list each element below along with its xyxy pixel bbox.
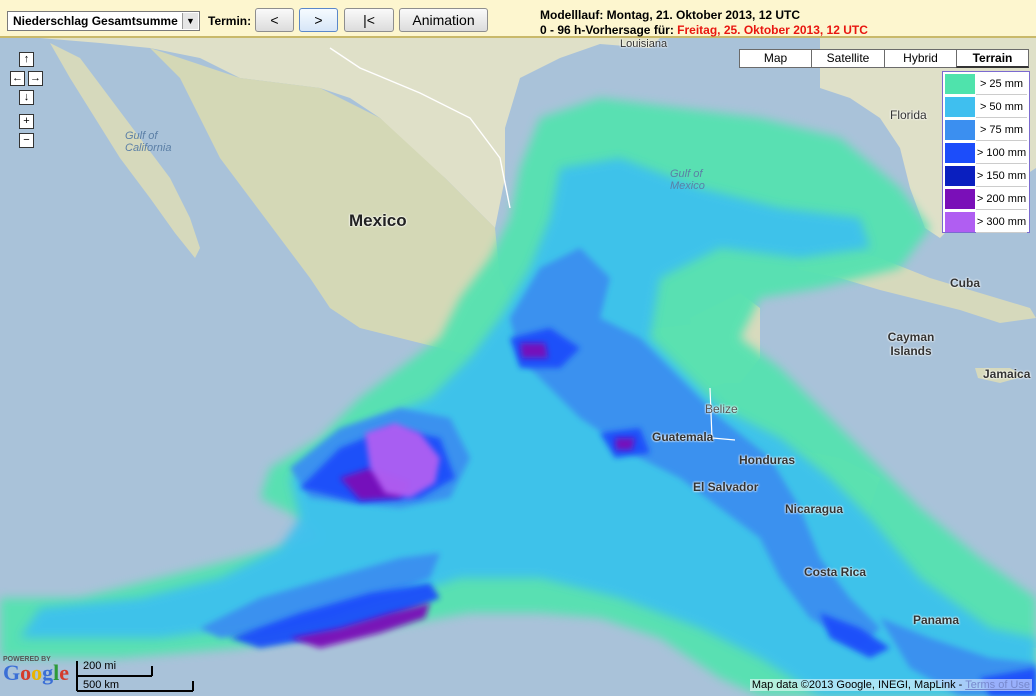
zoom-out-button[interactable]: − bbox=[19, 133, 34, 148]
legend-swatch bbox=[945, 212, 975, 232]
pan-down-button[interactable]: ↓ bbox=[19, 90, 34, 105]
legend-swatch bbox=[945, 74, 975, 94]
termin-label: Termin: bbox=[208, 14, 252, 28]
maptype-hybrid-button[interactable]: Hybrid bbox=[884, 49, 957, 68]
chevron-down-icon[interactable]: ▼ bbox=[182, 13, 198, 29]
legend-row: > 50 mm bbox=[945, 96, 1027, 118]
label-gulf-mexico: Gulf of Mexico bbox=[670, 168, 705, 192]
forecast-prefix: 0 - 96 h-Vorhersage für: bbox=[540, 23, 678, 37]
label-honduras: Honduras bbox=[739, 453, 796, 467]
label-cuba: Cuba bbox=[950, 276, 980, 290]
label-florida: Florida bbox=[890, 108, 927, 122]
legend-swatch bbox=[945, 143, 975, 163]
model-run-text: Modelllauf: Montag, 21. Oktober 2013, 12… bbox=[540, 8, 801, 22]
legend-label: > 200 mm bbox=[976, 189, 1027, 210]
map-copyright: Map data ©2013 Google, INEGI, MapLink - … bbox=[749, 679, 1032, 691]
legend-row: > 150 mm bbox=[945, 165, 1027, 187]
legend-row: > 200 mm bbox=[945, 188, 1027, 210]
pan-up-button[interactable]: ↑ bbox=[19, 52, 34, 67]
first-button[interactable]: |< bbox=[344, 8, 394, 32]
label-jamaica: Jamaica bbox=[983, 367, 1031, 381]
legend-row: > 100 mm bbox=[945, 142, 1027, 164]
legend-label: > 300 mm bbox=[976, 212, 1027, 233]
legend-swatch bbox=[945, 166, 975, 186]
google-logo[interactable]: POWERED BY Google bbox=[3, 656, 70, 685]
forecast-date: Freitag, 25. Oktober 2013, 12 UTC bbox=[677, 23, 868, 37]
maptype-terrain-button[interactable]: Terrain bbox=[956, 49, 1029, 68]
legend-swatch bbox=[945, 97, 975, 117]
label-nicaragua: Nicaragua bbox=[785, 502, 844, 516]
google-wordmark: Google bbox=[3, 660, 70, 685]
map-scale: 200 mi 500 km bbox=[76, 660, 194, 692]
legend-label: > 50 mm bbox=[976, 97, 1027, 118]
pan-left-button[interactable]: ← bbox=[10, 71, 25, 86]
next-button[interactable]: > bbox=[299, 8, 338, 32]
parameter-select[interactable]: Niederschlag Gesamtsumme ▼ bbox=[7, 11, 200, 31]
label-mexico: Mexico bbox=[349, 211, 407, 230]
parameter-select-value: Niederschlag Gesamtsumme bbox=[13, 14, 178, 28]
legend-row: > 25 mm bbox=[945, 73, 1027, 95]
legend-row: > 75 mm bbox=[945, 119, 1027, 141]
label-el-salvador: El Salvador bbox=[693, 480, 759, 494]
label-costa-rica: Costa Rica bbox=[804, 565, 867, 579]
legend-row: > 300 mm bbox=[945, 211, 1027, 233]
legend-label: > 150 mm bbox=[976, 166, 1027, 187]
copyright-text: Map data ©2013 Google, INEGI, MapLink - bbox=[751, 679, 966, 691]
toolbar: Niederschlag Gesamtsumme ▼ Termin: < > |… bbox=[0, 0, 1036, 38]
label-gulf-california: Gulf of California bbox=[125, 130, 172, 154]
pan-right-button[interactable]: → bbox=[28, 71, 43, 86]
label-belize: Belize bbox=[705, 402, 738, 416]
legend-label: > 100 mm bbox=[976, 143, 1027, 164]
precip-legend: > 25 mm > 50 mm > 75 mm > 100 mm > 150 m… bbox=[942, 71, 1030, 233]
scale-miles: 200 mi bbox=[83, 660, 117, 672]
label-louisiana: Louisiana bbox=[620, 38, 668, 50]
legend-label: > 75 mm bbox=[976, 120, 1027, 141]
maptype-satellite-button[interactable]: Satellite bbox=[811, 49, 885, 68]
prev-button[interactable]: < bbox=[255, 8, 294, 32]
zoom-in-button[interactable]: + bbox=[19, 114, 34, 129]
legend-swatch bbox=[945, 120, 975, 140]
legend-label: > 25 mm bbox=[976, 74, 1027, 95]
terms-of-use-link[interactable]: Terms of Use bbox=[965, 679, 1030, 691]
legend-swatch bbox=[945, 189, 975, 209]
forecast-text: 0 - 96 h-Vorhersage für: Freitag, 25. Ok… bbox=[540, 23, 868, 37]
scale-km: 500 km bbox=[83, 679, 120, 691]
label-cayman: Cayman Islands bbox=[887, 330, 935, 358]
map-canvas[interactable]: Louisiana Florida Gulf of California Gul… bbox=[0, 38, 1036, 696]
animation-button[interactable]: Animation bbox=[399, 8, 488, 32]
maptype-map-button[interactable]: Map bbox=[739, 49, 812, 68]
label-panama: Panama bbox=[913, 613, 960, 627]
label-guatemala: Guatemala bbox=[652, 430, 714, 444]
